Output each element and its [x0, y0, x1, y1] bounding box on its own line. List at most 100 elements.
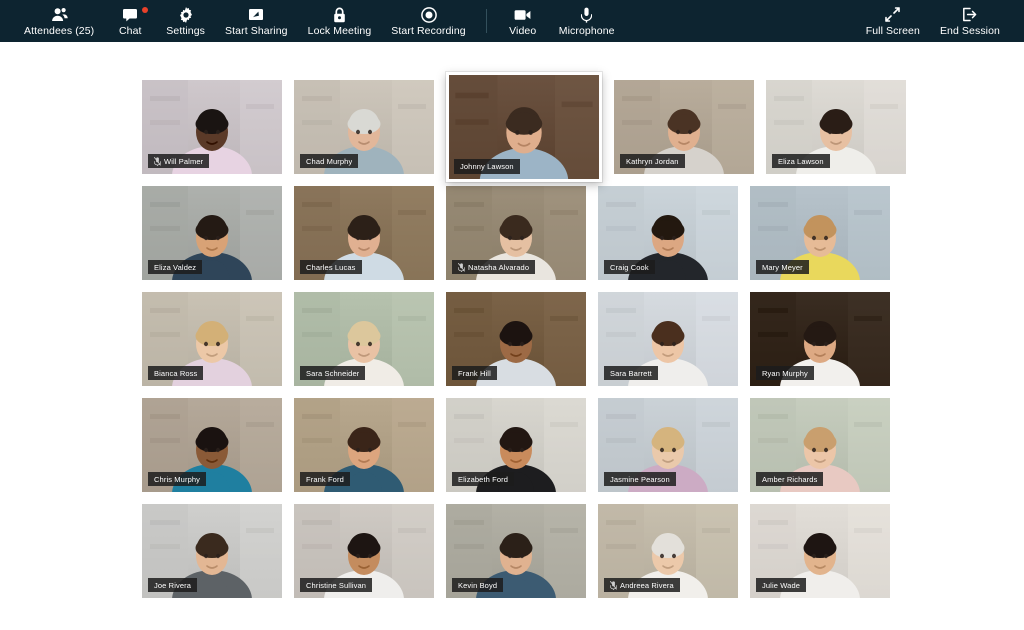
- participant-tile[interactable]: Amber Richards: [750, 398, 890, 492]
- participant-tile[interactable]: Mary Meyer: [750, 186, 890, 280]
- record-icon: [420, 6, 437, 23]
- participant-tile[interactable]: Frank Hill: [446, 292, 586, 386]
- participant-name-badge: Frank Hill: [452, 366, 497, 380]
- participant-tile[interactable]: Elizabeth Ford: [446, 398, 586, 492]
- participant-tile-active-speaker[interactable]: Johnny Lawson: [446, 72, 602, 182]
- muted-microphone-icon: [458, 262, 465, 272]
- participant-name: Mary Meyer: [762, 262, 803, 272]
- participant-name-badge: Mary Meyer: [756, 260, 809, 274]
- participant-tile[interactable]: Kathryn Jordan: [614, 80, 754, 174]
- start-sharing-label: Start Sharing: [225, 25, 288, 37]
- participant-row: Bianca Ross Sara Schneider Frank Hill Sa…: [142, 292, 890, 386]
- video-label: Video: [509, 25, 537, 37]
- participant-tile[interactable]: Kevin Boyd: [446, 504, 586, 598]
- participant-name-badge: Craig Cook: [604, 260, 655, 274]
- participant-name-badge: Sara Schneider: [300, 366, 366, 380]
- participant-name: Charles Lucas: [306, 262, 356, 272]
- participant-name-badge: Joe Rivera: [148, 578, 198, 592]
- participant-tile[interactable]: Will Palmer: [142, 80, 282, 174]
- participant-name-badge: Ryan Murphy: [756, 366, 814, 380]
- participant-name-badge: Amber Richards: [756, 472, 824, 486]
- participant-grid: Will Palmer Chad Murphy Johnny Lawson Ka…: [142, 72, 906, 610]
- participant-tile[interactable]: Andreea Rivera: [598, 504, 738, 598]
- participant-name: Amber Richards: [762, 474, 818, 484]
- participant-name: Johnny Lawson: [460, 162, 514, 171]
- attendees-label: Attendees (25): [24, 25, 95, 37]
- participant-tile[interactable]: Charles Lucas: [294, 186, 434, 280]
- lock-meeting-button[interactable]: Lock Meeting: [298, 4, 382, 38]
- microphone-button[interactable]: Microphone: [549, 4, 625, 38]
- participant-name-badge: Andreea Rivera: [604, 578, 680, 592]
- participant-name: Eliza Lawson: [778, 156, 824, 166]
- participant-tile[interactable]: Chris Murphy: [142, 398, 282, 492]
- video-camera-icon: [514, 6, 531, 23]
- toolbar-left-group: Attendees (25) Chat Settings Start Shari…: [14, 4, 625, 38]
- participant-tile[interactable]: Natasha Alvarado: [446, 186, 586, 280]
- participant-name-badge: Chris Murphy: [148, 472, 207, 486]
- participant-tile[interactable]: Jasmine Pearson: [598, 398, 738, 492]
- participant-name-badge: Kevin Boyd: [452, 578, 504, 592]
- video-button[interactable]: Video: [497, 4, 549, 38]
- screen-share-icon: [248, 6, 264, 23]
- participant-name: Chris Murphy: [154, 474, 201, 484]
- start-recording-label: Start Recording: [391, 25, 466, 37]
- chat-button[interactable]: Chat: [104, 4, 156, 38]
- chat-label: Chat: [118, 25, 142, 37]
- participant-name: Julie Wade: [762, 580, 801, 590]
- attendees-button[interactable]: Attendees (25): [14, 4, 104, 38]
- exit-icon: [962, 6, 977, 23]
- full-screen-button[interactable]: Full Screen: [856, 4, 930, 38]
- participant-name: Sara Schneider: [306, 368, 360, 378]
- start-sharing-button[interactable]: Start Sharing: [215, 4, 298, 38]
- participant-name: Christine Sullivan: [306, 580, 367, 590]
- participant-name-badge: Johnny Lawson: [454, 159, 520, 174]
- settings-button[interactable]: Settings: [156, 4, 215, 38]
- participant-tile[interactable]: Eliza Valdez: [142, 186, 282, 280]
- participant-tile[interactable]: Craig Cook: [598, 186, 738, 280]
- end-session-button[interactable]: End Session: [930, 4, 1010, 38]
- participant-name: Elizabeth Ford: [458, 474, 509, 484]
- participant-name-badge: Christine Sullivan: [300, 578, 373, 592]
- participant-name: Sara Barrett: [610, 368, 652, 378]
- participant-tile[interactable]: Frank Ford: [294, 398, 434, 492]
- video-stage: Will Palmer Chad Murphy Johnny Lawson Ka…: [0, 42, 1024, 630]
- participant-name: Chad Murphy: [306, 156, 353, 166]
- participant-tile[interactable]: Eliza Lawson: [766, 80, 906, 174]
- participant-name: Andreea Rivera: [620, 580, 674, 590]
- participant-name-badge: Kathryn Jordan: [620, 154, 685, 168]
- participant-name: Kathryn Jordan: [626, 156, 679, 166]
- participant-name-badge: Sara Barrett: [604, 366, 658, 380]
- lock-meeting-label: Lock Meeting: [307, 25, 372, 37]
- participant-tile[interactable]: Sara Barrett: [598, 292, 738, 386]
- participant-name-badge: Bianca Ross: [148, 366, 204, 380]
- chat-icon: [122, 6, 138, 23]
- participant-tile[interactable]: Ryan Murphy: [750, 292, 890, 386]
- participant-row: Chris Murphy Frank Ford Elizabeth Ford J…: [142, 398, 890, 492]
- expand-icon: [885, 6, 901, 23]
- participant-tile[interactable]: Sara Schneider: [294, 292, 434, 386]
- lock-icon: [333, 6, 346, 23]
- participant-name: Jasmine Pearson: [610, 474, 670, 484]
- toolbar-divider: [485, 9, 487, 33]
- participant-name: Frank Hill: [458, 368, 491, 378]
- muted-microphone-icon: [154, 156, 161, 166]
- start-recording-button[interactable]: Start Recording: [381, 4, 475, 38]
- attendees-icon: [51, 6, 68, 23]
- participant-tile[interactable]: Christine Sullivan: [294, 504, 434, 598]
- participant-tile[interactable]: Bianca Ross: [142, 292, 282, 386]
- end-session-label: End Session: [939, 25, 1000, 37]
- full-screen-label: Full Screen: [865, 25, 920, 37]
- participant-name: Bianca Ross: [154, 368, 198, 378]
- participant-name: Joe Rivera: [154, 580, 192, 590]
- participant-name-badge: Natasha Alvarado: [452, 260, 536, 274]
- microphone-label: Microphone: [558, 25, 615, 37]
- chat-notification-badge: [142, 7, 149, 13]
- participant-name: Eliza Valdez: [154, 262, 197, 272]
- participant-name: Frank Ford: [306, 474, 344, 484]
- participant-tile[interactable]: Chad Murphy: [294, 80, 434, 174]
- participant-row: Eliza Valdez Charles Lucas Natasha Alvar…: [142, 186, 890, 280]
- microphone-icon: [581, 6, 593, 23]
- participant-tile[interactable]: Julie Wade: [750, 504, 890, 598]
- participant-tile[interactable]: Joe Rivera: [142, 504, 282, 598]
- participant-name-badge: Chad Murphy: [300, 154, 359, 168]
